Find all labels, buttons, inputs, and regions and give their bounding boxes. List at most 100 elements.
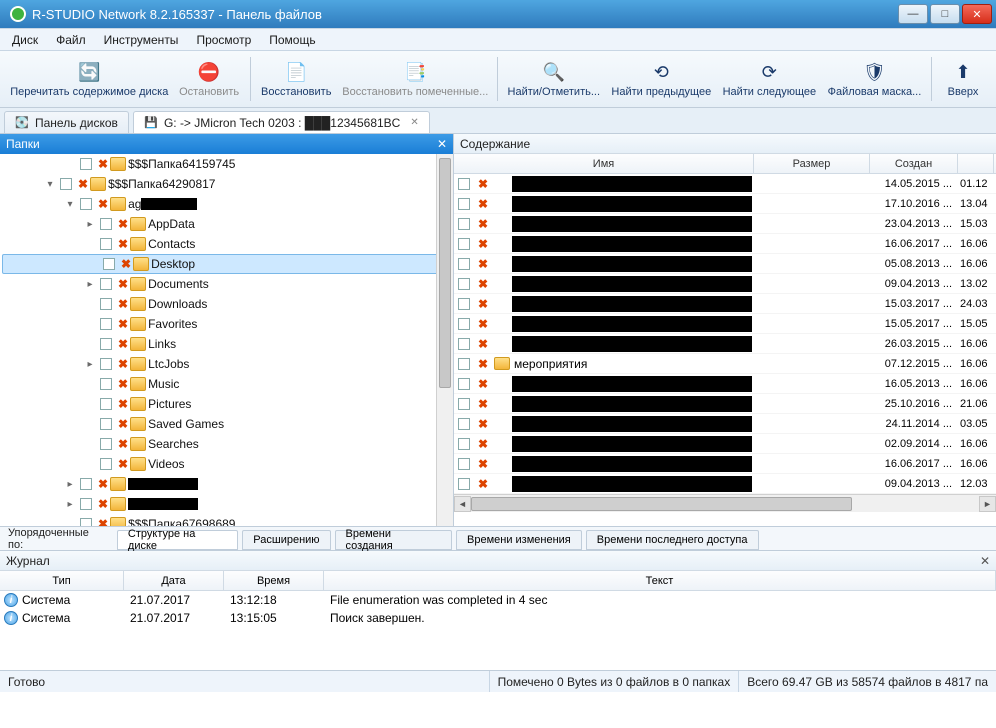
scroll-right-icon[interactable]: ► (979, 496, 996, 512)
file-row[interactable]: ✖25.10.2016 ...21.06 (454, 394, 996, 414)
file-row[interactable]: ✖15.03.2017 ...24.03 (454, 294, 996, 314)
menu-просмотр[interactable]: Просмотр (188, 31, 259, 49)
tab-close-icon[interactable]: ✕ (410, 117, 418, 128)
tree-row[interactable]: ✖Pictures (0, 394, 453, 414)
tree-row[interactable]: ▾✖ag (0, 194, 453, 214)
row-checkbox[interactable] (454, 398, 474, 410)
row-checkbox[interactable] (454, 358, 474, 370)
tree-row[interactable]: ✖Favorites (0, 314, 453, 334)
col-name[interactable]: Имя (454, 154, 754, 173)
tree-row[interactable]: ✖Desktop (2, 254, 451, 274)
menu-помощь[interactable]: Помощь (261, 31, 323, 49)
file-row[interactable]: ✖15.05.2017 ...15.05 (454, 314, 996, 334)
menu-файл[interactable]: Файл (48, 31, 94, 49)
tree-row[interactable]: ▸✖LtcJobs (0, 354, 453, 374)
scroll-left-icon[interactable]: ◄ (454, 496, 471, 512)
file-row[interactable]: ✖24.11.2014 ...03.05 (454, 414, 996, 434)
checkbox[interactable] (100, 378, 112, 390)
file-row[interactable]: ✖09.04.2013 ...12.03 (454, 474, 996, 494)
row-checkbox[interactable] (454, 218, 474, 230)
file-row[interactable]: ✖23.04.2013 ...15.03 (454, 214, 996, 234)
tool-mask[interactable]: 🛡Файловая маска... (822, 52, 927, 106)
row-checkbox[interactable] (454, 278, 474, 290)
sort-tab[interactable]: Времени изменения (456, 530, 582, 550)
hscroll-thumb[interactable] (471, 497, 852, 511)
col-size[interactable]: Размер (754, 154, 870, 173)
checkbox[interactable] (80, 158, 92, 170)
tree-row[interactable]: ▸✖ (0, 474, 453, 494)
file-row[interactable]: ✖16.05.2013 ...16.06 (454, 374, 996, 394)
journal-row[interactable]: iСистема21.07.201713:15:05Поиск завершен… (0, 609, 996, 627)
tool-up[interactable]: ⬆Вверх (936, 52, 990, 106)
row-checkbox[interactable] (454, 378, 474, 390)
scroll-thumb[interactable] (439, 158, 451, 388)
checkbox[interactable] (100, 278, 112, 290)
row-checkbox[interactable] (454, 298, 474, 310)
jcol-time[interactable]: Время (224, 571, 324, 590)
expander-icon[interactable]: ▸ (84, 219, 96, 230)
sort-tab[interactable]: Времени создания (335, 530, 452, 550)
row-checkbox[interactable] (454, 238, 474, 250)
checkbox[interactable] (100, 358, 112, 370)
tree-row[interactable]: ✖Searches (0, 434, 453, 454)
row-checkbox[interactable] (454, 198, 474, 210)
expander-icon[interactable]: ▸ (84, 279, 96, 290)
row-checkbox[interactable] (454, 438, 474, 450)
checkbox[interactable] (100, 238, 112, 250)
tree-row[interactable]: ✖Downloads (0, 294, 453, 314)
row-checkbox[interactable] (454, 258, 474, 270)
menu-инструменты[interactable]: Инструменты (96, 31, 187, 49)
file-row[interactable]: ✖16.06.2017 ...16.06 (454, 234, 996, 254)
checkbox[interactable] (100, 438, 112, 450)
expander-icon[interactable]: ▾ (44, 179, 56, 190)
tree-row[interactable]: ▸✖AppData (0, 214, 453, 234)
tree-row[interactable]: ▾✖$$$Папка64290817 (0, 174, 453, 194)
folder-tree[interactable]: ✖$$$Папка64159745▾✖$$$Папка64290817▾✖ag▸… (0, 154, 453, 526)
checkbox[interactable] (100, 218, 112, 230)
checkbox[interactable] (80, 198, 92, 210)
jcol-text[interactable]: Текст (324, 571, 996, 590)
tree-row[interactable]: ✖$$$Папка64159745 (0, 154, 453, 174)
file-grid[interactable]: Имя Размер Создан ✖14.05.2015 ...01.12 ✖1… (454, 154, 996, 526)
checkbox[interactable] (100, 338, 112, 350)
sort-tab[interactable]: Расширению (242, 530, 330, 550)
tool-reread[interactable]: 🔄Перечитать содержимое диска (6, 52, 173, 106)
tree-row[interactable]: ✖Music (0, 374, 453, 394)
tree-row[interactable]: ✖Contacts (0, 234, 453, 254)
file-row[interactable]: ✖16.06.2017 ...16.06 (454, 454, 996, 474)
expander-icon[interactable]: ▸ (84, 359, 96, 370)
row-checkbox[interactable] (454, 178, 474, 190)
col-created[interactable]: Создан (870, 154, 958, 173)
file-row[interactable]: ✖14.05.2015 ...01.12 (454, 174, 996, 194)
expander-icon[interactable]: ▾ (64, 199, 76, 210)
tab-disk-panel[interactable]: 💽 Панель дисков (4, 111, 129, 133)
checkbox[interactable] (100, 418, 112, 430)
file-row[interactable]: ✖02.09.2014 ...16.06 (454, 434, 996, 454)
checkbox[interactable] (100, 458, 112, 470)
row-checkbox[interactable] (454, 338, 474, 350)
maximize-button[interactable]: □ (930, 4, 960, 24)
tree-row[interactable]: ▸✖ (0, 494, 453, 514)
jcol-type[interactable]: Тип (0, 571, 124, 590)
tool-recover[interactable]: 📄Восстановить (255, 52, 338, 106)
expander-icon[interactable]: ▸ (64, 499, 76, 510)
col-extra[interactable] (958, 154, 994, 173)
sort-tab[interactable]: Структуре на диске (117, 530, 238, 550)
grid-hscroll[interactable]: ◄ ► (454, 494, 996, 512)
tree-row[interactable]: ▸✖Documents (0, 274, 453, 294)
close-button[interactable]: ✕ (962, 4, 992, 24)
row-checkbox[interactable] (454, 458, 474, 470)
minimize-button[interactable]: — (898, 4, 928, 24)
tool-find[interactable]: 🔍Найти/Отметить... (502, 52, 606, 106)
row-checkbox[interactable] (454, 478, 474, 490)
tree-row[interactable]: ✖$$$Папка67698689 (0, 514, 453, 526)
jcol-date[interactable]: Дата (124, 571, 224, 590)
row-checkbox[interactable] (454, 418, 474, 430)
checkbox[interactable] (80, 498, 92, 510)
tool-find-next[interactable]: ⟳Найти следующее (717, 52, 822, 106)
tree-row[interactable]: ✖Links (0, 334, 453, 354)
file-row[interactable]: ✖05.08.2013 ...16.06 (454, 254, 996, 274)
folders-close-icon[interactable]: ✕ (437, 137, 447, 151)
journal-close-icon[interactable]: ✕ (980, 554, 990, 568)
tree-row[interactable]: ✖Videos (0, 454, 453, 474)
